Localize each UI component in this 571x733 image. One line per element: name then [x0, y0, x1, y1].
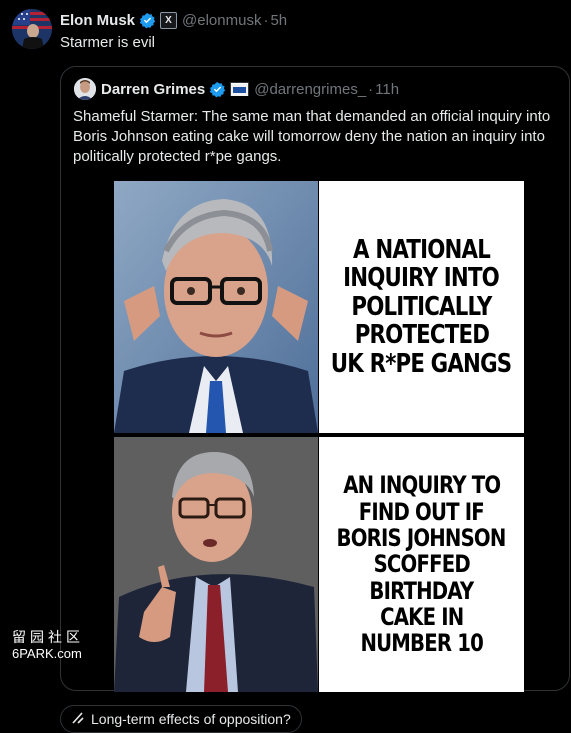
author-handle[interactable]: @elonmusk: [182, 12, 261, 29]
top-caption-line: PROTECTED: [354, 320, 489, 351]
separator-dot: ·: [263, 11, 269, 29]
top-photo: [114, 181, 318, 433]
verified-icon: [139, 12, 156, 29]
quoted-text: Shameful Starmer: The same man that dema…: [73, 108, 551, 165]
bottom-caption-line: SCOFFED: [373, 550, 470, 579]
grok-prompt-label: Long-term effects of opposition?: [91, 711, 291, 727]
verified-icon: [209, 81, 226, 98]
top-caption-line: A NATIONAL: [353, 234, 491, 265]
grok-icon: [71, 711, 85, 728]
quoted-author-handle[interactable]: @darrengrimes_: [254, 81, 366, 98]
bottom-caption-line: CAKE IN: [379, 603, 464, 632]
quoted-time[interactable]: 11h: [375, 81, 399, 98]
watermark-chinese: 留园社区: [12, 630, 84, 646]
quoted-header: Darren Grimes @darrengrimes_ · 11h: [101, 79, 399, 99]
watermark-site: 6PARK.com: [12, 646, 82, 661]
meme-image[interactable]: A NATIONAL INQUIRY INTO POLITICALLY PROT…: [114, 181, 524, 692]
quoted-author-avatar[interactable]: [74, 78, 96, 100]
author-avatar[interactable]: [12, 9, 52, 49]
top-caption-line: INQUIRY INTO: [343, 263, 501, 294]
bottom-caption-line: FIND OUT IF: [358, 497, 485, 526]
bottom-caption-line: AN INQUIRY TO: [342, 471, 501, 500]
bottom-caption: AN INQUIRY TO FIND OUT IF BORIS JOHNSON …: [319, 437, 524, 692]
bottom-photo: [114, 437, 318, 692]
affiliate-x-icon: X: [160, 11, 178, 29]
top-caption-line: UK R*PE GANGS: [331, 348, 512, 379]
post-text: Starmer is evil: [60, 34, 156, 51]
post-header: Elon Musk X @elonmusk · 5h: [60, 10, 287, 30]
post-time[interactable]: 5h: [270, 12, 287, 29]
bottom-caption-line: NUMBER 10: [360, 629, 483, 658]
top-caption: A NATIONAL INQUIRY INTO POLITICALLY PROT…: [319, 181, 524, 433]
grok-prompt-button[interactable]: Long-term effects of opposition?: [60, 705, 302, 733]
bottom-caption-line: BORIS JOHNSON: [337, 523, 507, 552]
quoted-post[interactable]: Darren Grimes @darrengrimes_ · 11h Shame…: [60, 66, 570, 692]
author-name[interactable]: Elon Musk: [60, 12, 135, 29]
affiliate-badge-icon: [230, 82, 250, 96]
top-caption-line: POLITICALLY: [351, 291, 492, 322]
watermark: 留园社区 6PARK.com: [12, 630, 84, 662]
bottom-caption-line: BIRTHDAY: [369, 576, 475, 605]
separator-dot: ·: [368, 80, 374, 98]
quoted-author-name[interactable]: Darren Grimes: [101, 81, 205, 98]
post: Elon Musk X @elonmusk · 5h Starmer is ev…: [0, 0, 571, 733]
